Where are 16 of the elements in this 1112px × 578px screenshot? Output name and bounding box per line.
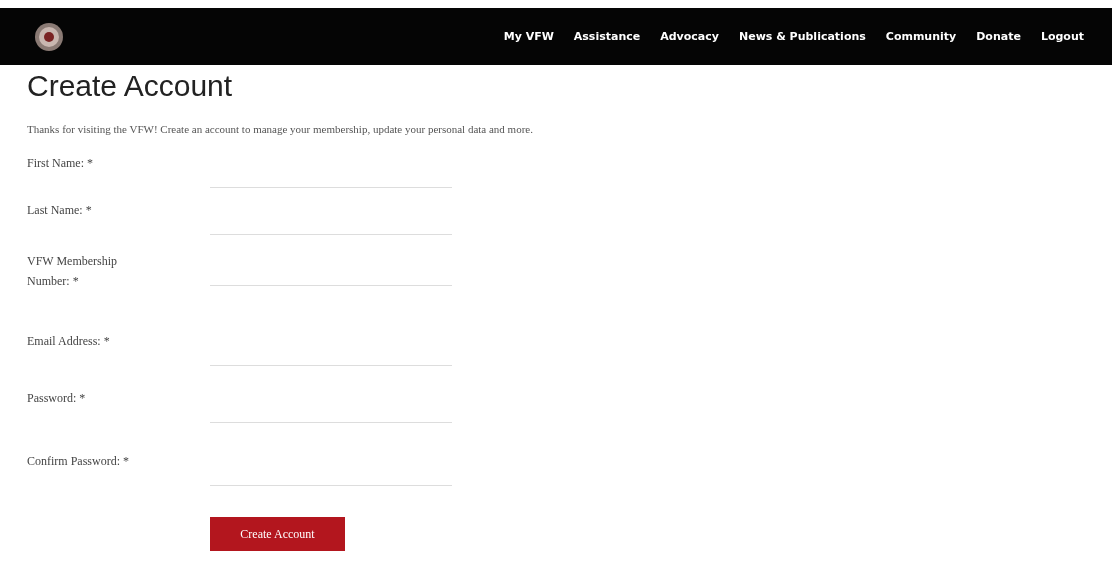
nav-link[interactable]: My VFW — [503, 30, 554, 43]
field-label: VFW Membership Number: * — [27, 253, 119, 290]
field-label: Confirm Password: * — [27, 453, 130, 470]
intro-text: Thanks for visiting the VFW! Create an account to manage your membership, update your personal data and more. — [27, 123, 534, 135]
nav-link[interactable]: News & Publications — [738, 30, 866, 43]
field-label: First Name: * — [27, 155, 94, 172]
nav-link[interactable]: Assistance — [573, 30, 641, 43]
nav-link[interactable]: Advocacy — [660, 30, 719, 43]
field-label: Password: * — [27, 390, 87, 407]
field-label: Last Name: * — [27, 202, 93, 219]
nav-link[interactable]: Donate — [976, 30, 1021, 43]
nav-link[interactable]: Community — [885, 30, 957, 43]
create-account-button[interactable]: Create Account — [210, 517, 345, 551]
nav-link[interactable]: Logout — [1040, 30, 1084, 43]
field-label: Email Address: * — [27, 333, 111, 350]
page-title: Create Account — [27, 69, 234, 103]
